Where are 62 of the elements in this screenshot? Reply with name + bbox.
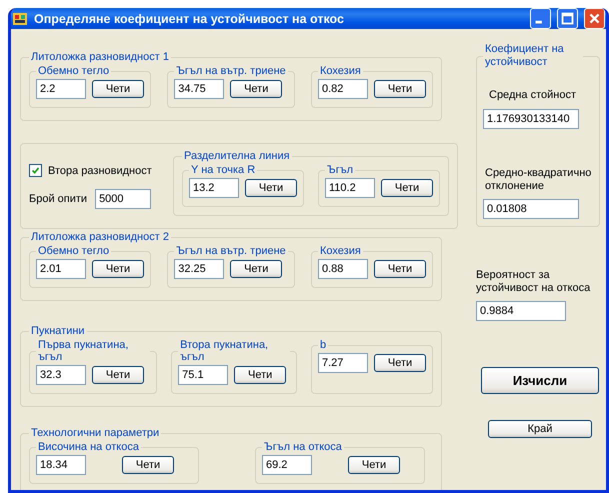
value-field[interactable]: 2.2 xyxy=(36,79,86,99)
read-button[interactable]: Чети xyxy=(381,179,433,197)
value-field[interactable]: 32.25 xyxy=(174,259,224,279)
value-field[interactable]: 110.2 xyxy=(325,178,375,198)
value-field[interactable]: 7.27 xyxy=(318,353,368,373)
param-label: Ъгъл на вътр. триене xyxy=(175,65,287,77)
maximize-button[interactable] xyxy=(557,8,578,29)
read-button[interactable]: Чети xyxy=(234,366,286,384)
minimize-button[interactable] xyxy=(530,8,551,29)
param-label: Ъгъл на вътр. триене xyxy=(175,245,287,257)
trials-label: Брой опити xyxy=(29,193,88,205)
param-label: Втора пукнатина, ъгъл xyxy=(179,339,270,363)
read-button[interactable]: Чети xyxy=(230,80,282,98)
app-icon xyxy=(12,10,28,26)
param-label: Y на точка R xyxy=(190,164,256,176)
read-button[interactable]: Чети xyxy=(245,179,297,197)
read-button[interactable]: Чети xyxy=(92,80,144,98)
group-title: Коефициент на устойчивост xyxy=(484,43,565,70)
param-label: b xyxy=(319,339,328,351)
exit-button[interactable]: Край xyxy=(488,420,592,438)
group-title: Разделителна линия xyxy=(183,150,291,162)
read-button[interactable]: Чети xyxy=(374,260,426,278)
param-label: Ъгъл на откоса xyxy=(263,441,343,453)
param-label: Първа пукнатина, ъгъл xyxy=(37,339,130,363)
checkbox-label: Втора разновидност xyxy=(48,164,152,176)
probability-field[interactable]: 0.9884 xyxy=(476,301,566,322)
read-button[interactable]: Чети xyxy=(230,260,282,278)
group-title: Литоложка разновидност 2 xyxy=(30,231,170,243)
value-field[interactable]: 32.3 xyxy=(36,365,86,385)
value-field[interactable]: 2.01 xyxy=(36,259,86,279)
read-button[interactable]: Чети xyxy=(122,456,174,474)
read-button[interactable]: Чети xyxy=(92,366,144,384)
mean-label: Средна стойност xyxy=(489,89,578,103)
group-title: Литоложка разновидност 1 xyxy=(30,51,170,63)
value-field[interactable]: 75.1 xyxy=(178,365,228,385)
param-label: Обемно тегло xyxy=(37,65,110,77)
value-field[interactable]: 0.88 xyxy=(318,259,368,279)
close-button[interactable] xyxy=(584,8,605,29)
read-button[interactable]: Чети xyxy=(374,80,426,98)
value-field[interactable]: 34.75 xyxy=(174,79,224,99)
group-title: Пукнатини xyxy=(30,325,86,337)
deviation-field[interactable]: 0.01808 xyxy=(483,198,579,219)
read-button[interactable]: Чети xyxy=(92,260,144,278)
group-title: Технологични параметри xyxy=(30,427,160,439)
param-label: Височина на откоса xyxy=(37,441,140,453)
value-field[interactable]: 13.2 xyxy=(189,178,239,198)
probability-label: Вероятност за устойчивост на откоса xyxy=(476,269,592,296)
value-field[interactable]: 69.2 xyxy=(262,455,312,475)
checkbox[interactable] xyxy=(29,164,42,177)
param-label: Кохезия xyxy=(319,65,362,77)
value-field[interactable]: 18.34 xyxy=(36,455,86,475)
calculate-button[interactable]: Изчисли xyxy=(481,367,599,394)
param-label: Ъгъл xyxy=(326,164,354,176)
deviation-label: Средно-квадратично отклонение xyxy=(485,166,592,193)
window-title: Определяне коефициент на устойчивост на откос xyxy=(34,12,345,26)
param-label: Кохезия xyxy=(319,245,362,257)
read-button[interactable]: Чети xyxy=(348,456,400,474)
mean-field[interactable]: 1.176930133140 xyxy=(483,108,579,129)
param-label: Обемно тегло xyxy=(37,245,110,257)
value-field[interactable]: 0.82 xyxy=(318,79,368,99)
read-button[interactable]: Чети xyxy=(374,354,426,372)
trials-field[interactable]: 5000 xyxy=(95,189,152,209)
